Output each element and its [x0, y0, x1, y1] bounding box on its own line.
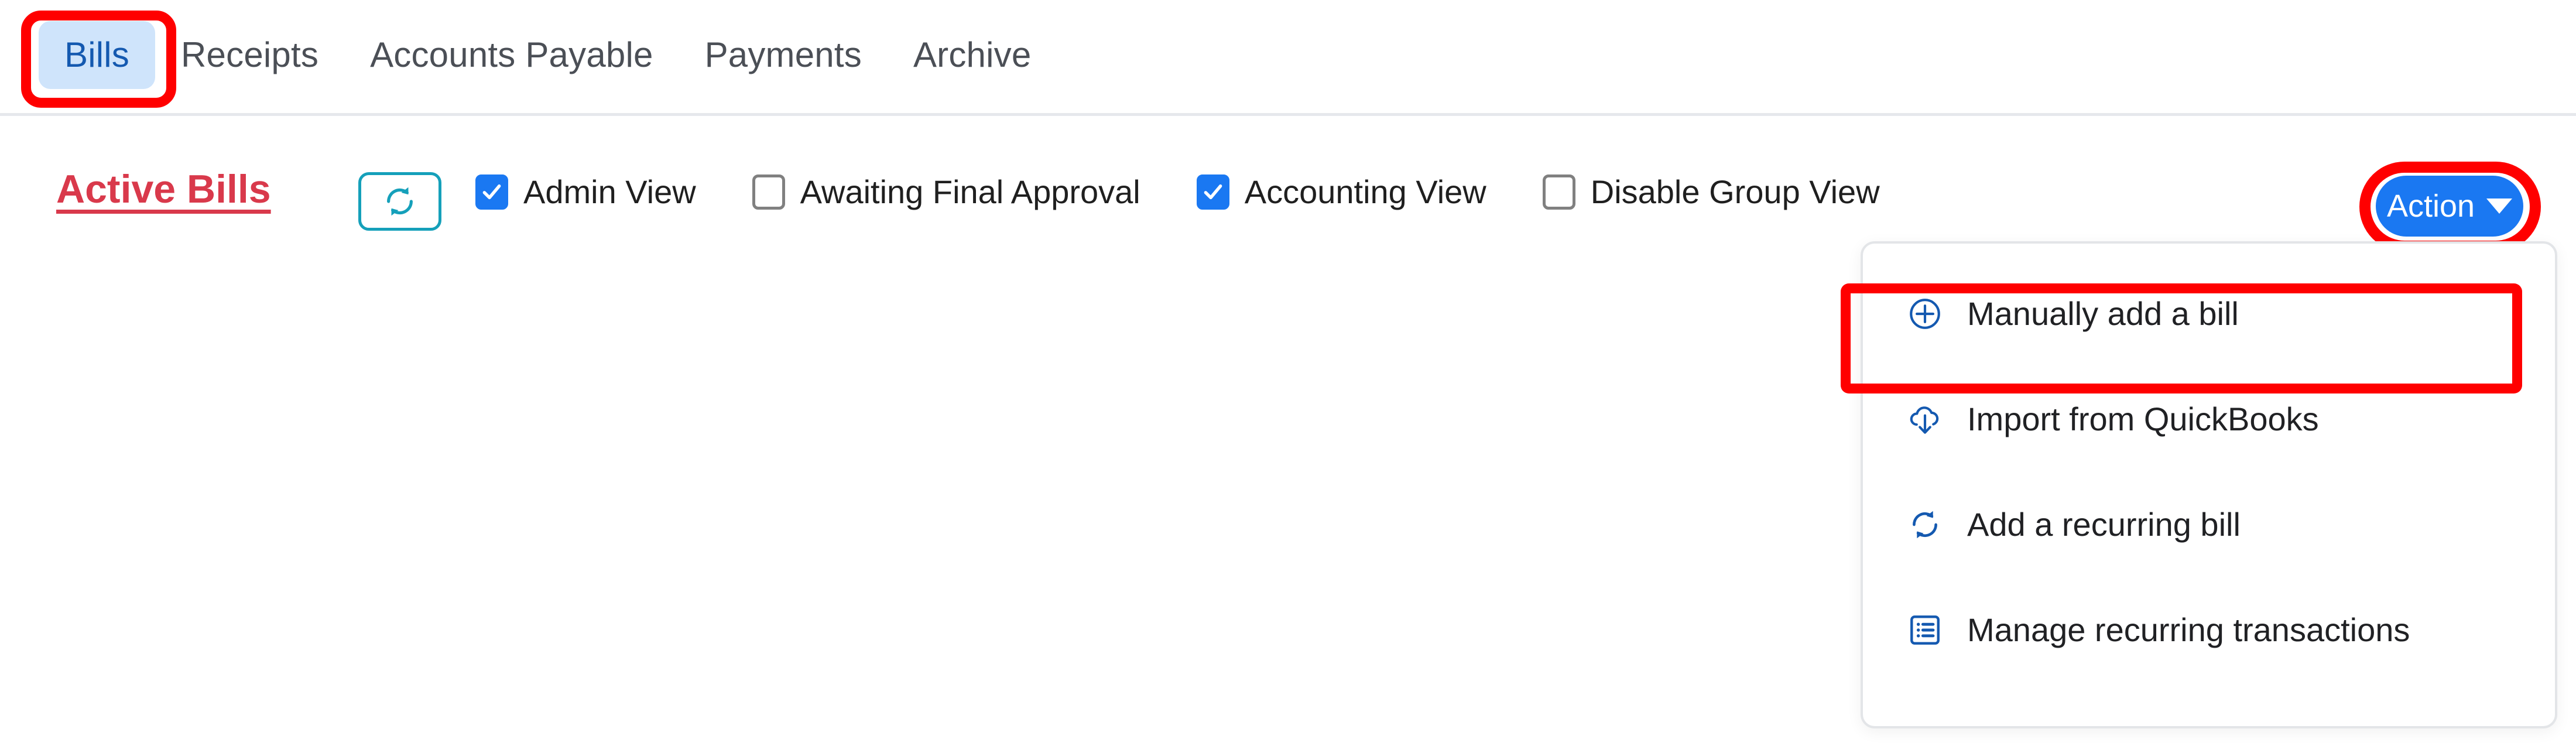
list-icon	[1906, 611, 1944, 649]
tab-bar: Bills Receipts Accounts Payable Payments…	[0, 0, 2576, 116]
view-filter-checkbox-group: Admin View Awaiting Final Approval Accou…	[475, 174, 1880, 210]
checkbox-awaiting-final-approval[interactable]: Awaiting Final Approval	[752, 174, 1140, 210]
checkbox-admin-view[interactable]: Admin View	[475, 174, 696, 210]
refresh-icon	[382, 183, 418, 220]
recurring-arrows-icon	[1906, 506, 1944, 543]
checkbox-unchecked-icon	[752, 174, 785, 210]
menu-item-label: Import from QuickBooks	[1967, 401, 2319, 437]
action-button-label: Action	[2386, 189, 2475, 224]
plus-circle-icon	[1906, 295, 1944, 333]
checkbox-label-accounting-view: Accounting View	[1244, 173, 1486, 210]
checkbox-label-awaiting-final-approval: Awaiting Final Approval	[800, 173, 1140, 210]
menu-item-manually-add-a-bill[interactable]: Manually add a bill	[1863, 261, 2555, 367]
checkbox-label-disable-group-view: Disable Group View	[1590, 173, 1880, 210]
checkbox-accounting-view[interactable]: Accounting View	[1196, 173, 1486, 210]
tab-bar-divider	[0, 113, 2576, 116]
menu-item-import-from-quickbooks[interactable]: Import from QuickBooks	[1863, 367, 2555, 472]
menu-item-add-a-recurring-bill[interactable]: Add a recurring bill	[1863, 472, 2555, 577]
tab-receipts[interactable]: Receipts	[155, 21, 344, 89]
tab-payments[interactable]: Payments	[679, 21, 888, 89]
tab-bills[interactable]: Bills	[39, 21, 156, 89]
checkbox-label-admin-view: Admin View	[523, 173, 696, 210]
action-dropdown-menu: Manually add a bill Import from QuickBoo…	[1861, 241, 2557, 728]
refresh-button[interactable]	[358, 172, 441, 231]
tab-list: Bills Receipts Accounts Payable Payments…	[39, 21, 1057, 89]
toolbar-row: Active Bills Admin View Awaiting Final A…	[0, 165, 2576, 241]
cloud-download-icon	[1906, 401, 1944, 438]
chevron-down-icon	[2486, 199, 2513, 214]
menu-item-label: Manually add a bill	[1967, 295, 2239, 332]
menu-item-label: Add a recurring bill	[1967, 506, 2241, 543]
tab-archive[interactable]: Archive	[888, 21, 1057, 89]
checkbox-checked-icon	[475, 174, 508, 210]
page-title[interactable]: Active Bills	[56, 166, 271, 212]
app-screen: Bills Receipts Accounts Payable Payments…	[0, 0, 2576, 746]
action-button[interactable]: Action	[2376, 176, 2523, 237]
menu-item-label: Manage recurring transactions	[1967, 611, 2410, 648]
checkbox-unchecked-icon	[1542, 174, 1575, 210]
menu-item-manage-recurring-transactions[interactable]: Manage recurring transactions	[1863, 577, 2555, 683]
checkbox-checked-icon	[1196, 174, 1229, 210]
checkbox-disable-group-view[interactable]: Disable Group View	[1542, 173, 1880, 210]
tab-accounts-payable[interactable]: Accounts Payable	[344, 21, 679, 89]
